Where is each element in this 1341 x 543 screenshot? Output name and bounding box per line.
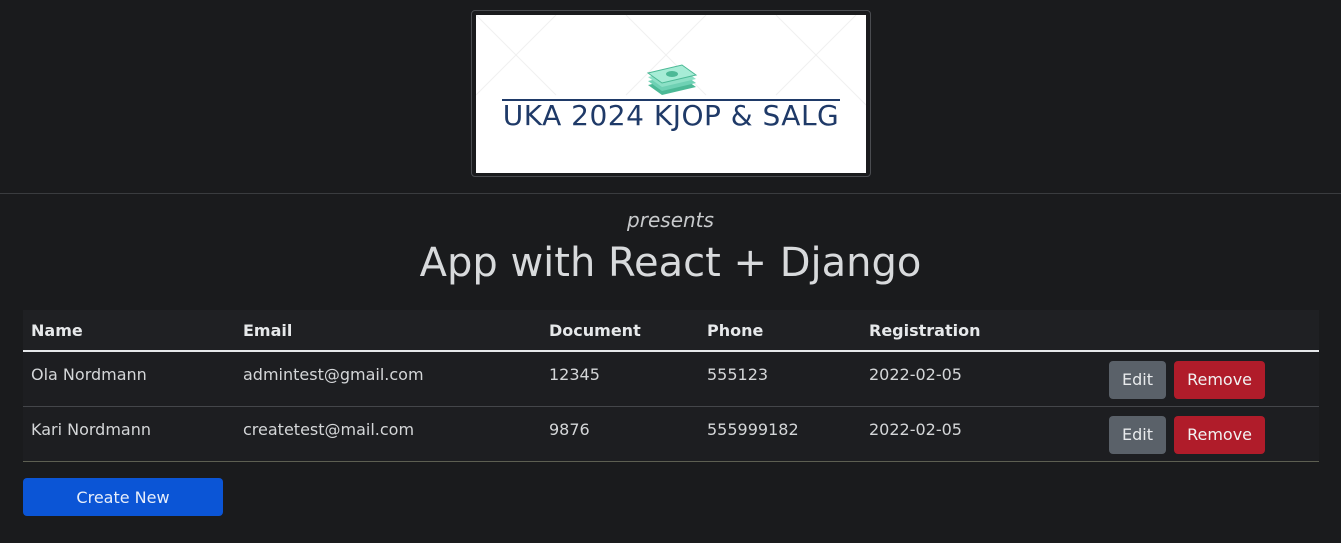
table-row: Ola Nordmann admintest@gmail.com 12345 5… — [23, 351, 1319, 407]
cell-phone: 555999182 — [699, 406, 861, 462]
remove-button[interactable]: Remove — [1174, 361, 1266, 399]
cell-phone: 555123 — [699, 351, 861, 407]
header: UKA 2024 KJOP & SALG — [0, 0, 1341, 194]
cell-actions: Edit Remove — [1101, 351, 1319, 407]
header-document: Document — [541, 310, 699, 352]
cell-email: createtest@mail.com — [235, 406, 541, 462]
header-actions — [1101, 310, 1319, 352]
header-registration: Registration — [861, 310, 1101, 352]
create-new-button[interactable]: Create New — [23, 478, 223, 516]
presents-label: presents — [627, 208, 714, 232]
edit-button[interactable]: Edit — [1109, 361, 1166, 399]
header-email: Email — [235, 310, 541, 352]
table-header-row: Name Email Document Phone Registration — [23, 310, 1319, 352]
logo-graphic — [476, 15, 866, 106]
cell-name: Ola Nordmann — [23, 351, 235, 407]
cell-actions: Edit Remove — [1101, 406, 1319, 462]
page-title: App with React + Django — [419, 240, 922, 286]
cell-document: 12345 — [541, 351, 699, 407]
cell-name: Kari Nordmann — [23, 406, 235, 462]
cell-email: admintest@gmail.com — [235, 351, 541, 407]
table-row: Kari Nordmann createtest@mail.com 9876 5… — [23, 406, 1319, 462]
header-name: Name — [23, 310, 235, 352]
header-phone: Phone — [699, 310, 861, 352]
remove-button[interactable]: Remove — [1174, 415, 1266, 454]
records-table: Name Email Document Phone Registration O… — [23, 310, 1319, 462]
cell-document: 9876 — [541, 406, 699, 462]
logo: UKA 2024 KJOP & SALG — [476, 15, 866, 173]
cell-registration: 2022-02-05 — [861, 406, 1101, 462]
logo-frame: UKA 2024 KJOP & SALG — [471, 10, 871, 177]
edit-button[interactable]: Edit — [1109, 415, 1166, 454]
money-stack-icon — [646, 64, 698, 95]
cell-registration: 2022-02-05 — [861, 351, 1101, 407]
logo-text: UKA 2024 KJOP & SALG — [502, 99, 840, 132]
